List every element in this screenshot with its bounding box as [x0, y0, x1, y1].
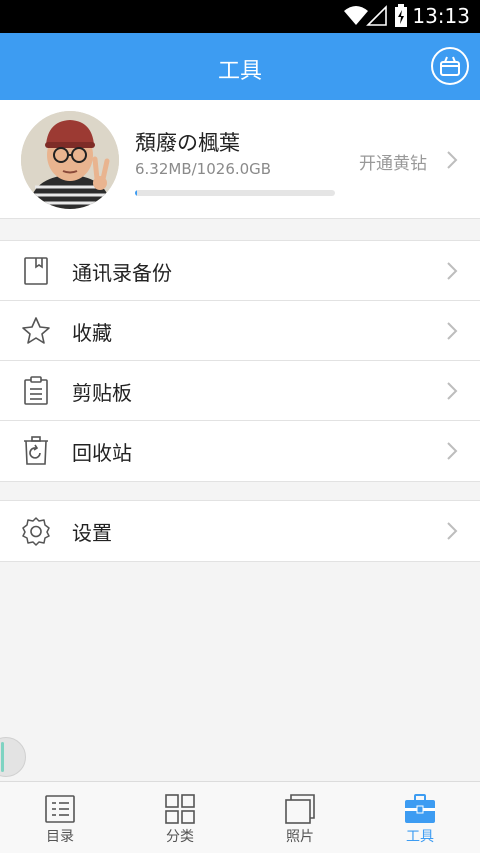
clock: 13:13 — [412, 4, 470, 28]
profile-card[interactable]: 頽廢の楓葉 6.32MB/1026.0GB 开通黄钻 — [0, 100, 480, 219]
tab-label: 目录 — [46, 829, 74, 845]
tab-photos[interactable]: 照片 — [240, 782, 360, 853]
app-header: 工具 — [0, 33, 480, 100]
tab-label: 工具 — [406, 829, 434, 845]
gear-icon — [22, 517, 50, 546]
star-icon — [22, 317, 50, 344]
gift-button[interactable] — [431, 47, 469, 85]
gift-icon — [440, 56, 460, 76]
chevron-right-icon — [447, 151, 458, 169]
chevron-right-icon — [447, 262, 458, 280]
tools-menu: 通讯录备份 收藏 剪贴板 回收站 — [0, 240, 480, 482]
contacts-book-icon — [24, 257, 48, 285]
tab-tools[interactable]: 工具 — [360, 782, 480, 853]
page-title: 工具 — [217, 59, 262, 84]
tab-label: 分类 — [166, 829, 194, 845]
bottom-nav: 目录 分类 照片 工具 — [0, 781, 480, 853]
menu-item-label: 收藏 — [72, 321, 112, 345]
settings-menu: 设置 — [0, 500, 480, 562]
menu-item-favorites[interactable]: 收藏 — [0, 301, 480, 361]
storage-progress-bar — [135, 190, 335, 196]
menu-item-clipboard[interactable]: 剪贴板 — [0, 361, 480, 421]
toolbox-icon — [405, 794, 435, 823]
tab-category[interactable]: 分类 — [120, 782, 240, 853]
menu-item-recycle-bin[interactable]: 回收站 — [0, 421, 480, 481]
category-grid-icon — [165, 794, 195, 824]
tab-directory[interactable]: 目录 — [0, 782, 120, 853]
menu-item-settings[interactable]: 设置 — [0, 501, 480, 561]
storage-quota: 6.32MB/1026.0GB — [135, 160, 272, 178]
vip-upgrade-link[interactable]: 开通黄钻 — [359, 149, 427, 174]
username: 頽廢の楓葉 — [135, 131, 240, 155]
photos-icon — [285, 794, 315, 824]
menu-item-label: 设置 — [72, 521, 112, 545]
storage-progress-fill — [135, 190, 137, 196]
menu-item-label: 回收站 — [72, 441, 132, 465]
menu-item-label: 通讯录备份 — [72, 261, 172, 285]
tab-label: 照片 — [286, 829, 314, 845]
avatar[interactable] — [21, 111, 119, 209]
floating-side-handle[interactable] — [0, 737, 26, 777]
cell-signal-icon — [366, 5, 387, 26]
battery-icon — [395, 4, 407, 27]
chevron-right-icon — [447, 522, 458, 540]
chevron-right-icon — [447, 382, 458, 400]
status-bar: 13:13 — [0, 0, 480, 33]
menu-item-contacts-backup[interactable]: 通讯录备份 — [0, 241, 480, 301]
clipboard-icon — [24, 376, 48, 405]
recycle-bin-icon — [24, 436, 48, 465]
chevron-right-icon — [447, 442, 458, 460]
chevron-right-icon — [447, 322, 458, 340]
directory-icon — [45, 795, 75, 823]
menu-item-label: 剪贴板 — [72, 381, 132, 405]
